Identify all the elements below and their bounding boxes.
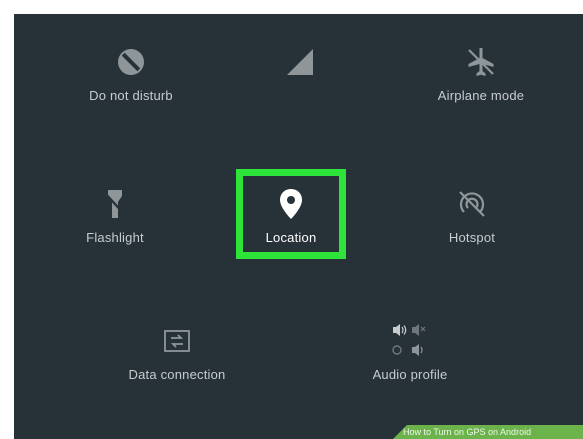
tile-data-connection[interactable]: Data connection (117, 321, 237, 382)
tile-airplane-mode[interactable]: Airplane mode (421, 42, 541, 103)
do-not-disturb-icon (111, 42, 151, 82)
tile-label: Data connection (128, 367, 226, 382)
tile-label: Flashlight (86, 230, 144, 245)
tile-signal[interactable] (240, 42, 360, 82)
location-highlight-box (236, 169, 346, 259)
quick-settings-panel: Do not disturb Airplane mode Flashlight (14, 14, 583, 439)
hotspot-icon (452, 184, 492, 224)
watermark: How to Turn on GPS on Android (393, 425, 583, 439)
tile-label: Airplane mode (437, 88, 525, 103)
tile-do-not-disturb[interactable]: Do not disturb (71, 42, 191, 103)
tile-hotspot[interactable]: Hotspot (412, 184, 532, 245)
tile-flashlight[interactable]: Flashlight (55, 184, 175, 245)
tile-audio-profile[interactable]: Audio profile (350, 321, 470, 382)
data-connection-icon (157, 321, 197, 361)
tile-label: Hotspot (448, 230, 496, 245)
tile-label: Audio profile (372, 367, 448, 382)
audio-profile-icon (390, 321, 430, 361)
flashlight-icon (95, 184, 135, 224)
tile-label: Do not disturb (89, 88, 173, 103)
airplane-icon (461, 42, 501, 82)
signal-icon (280, 42, 320, 82)
